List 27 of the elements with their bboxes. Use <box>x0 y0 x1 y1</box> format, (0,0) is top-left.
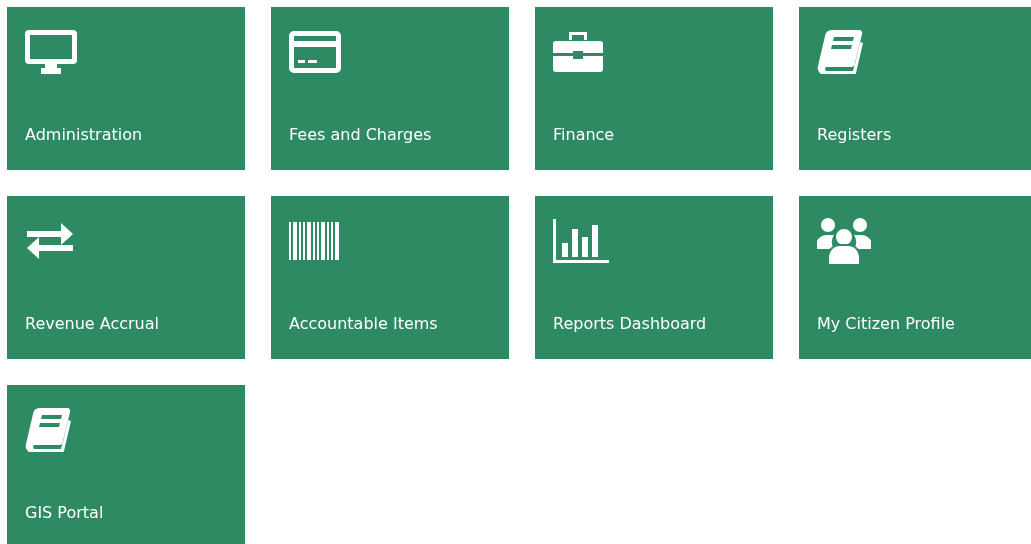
tile-label: Reports Dashboard <box>553 314 707 333</box>
bar-chart-icon <box>553 219 609 263</box>
credit-card-icon <box>289 31 341 73</box>
tile-label: Finance <box>553 125 615 144</box>
module-tile[interactable]: Finance <box>535 7 773 170</box>
barcode-icon <box>289 222 339 260</box>
module-tile[interactable]: Revenue Accrual <box>7 196 245 359</box>
module-tile[interactable]: GIS Portal <box>7 385 245 544</box>
tile-label: Administration <box>25 125 143 144</box>
module-tile[interactable]: Registers <box>799 7 1031 170</box>
module-tile[interactable]: Accountable Items <box>271 196 509 359</box>
book-icon <box>817 30 863 74</box>
tile-label: Registers <box>817 125 892 144</box>
monitor-icon <box>25 30 77 74</box>
module-tile[interactable]: Fees and Charges <box>271 7 509 170</box>
tile-label: Revenue Accrual <box>25 314 159 333</box>
module-tile[interactable]: Reports Dashboard <box>535 196 773 359</box>
arrows-icon <box>25 221 75 261</box>
briefcase-icon <box>553 32 603 72</box>
people-icon <box>817 217 871 265</box>
module-tile[interactable]: My Citizen Profile <box>799 196 1031 359</box>
module-tile[interactable]: Administration <box>7 7 245 170</box>
book-icon <box>25 408 71 452</box>
tile-label: GIS Portal <box>25 503 104 522</box>
tile-label: Accountable Items <box>289 314 438 333</box>
tile-label: Fees and Charges <box>289 125 432 144</box>
tile-label: My Citizen Profile <box>817 314 955 333</box>
